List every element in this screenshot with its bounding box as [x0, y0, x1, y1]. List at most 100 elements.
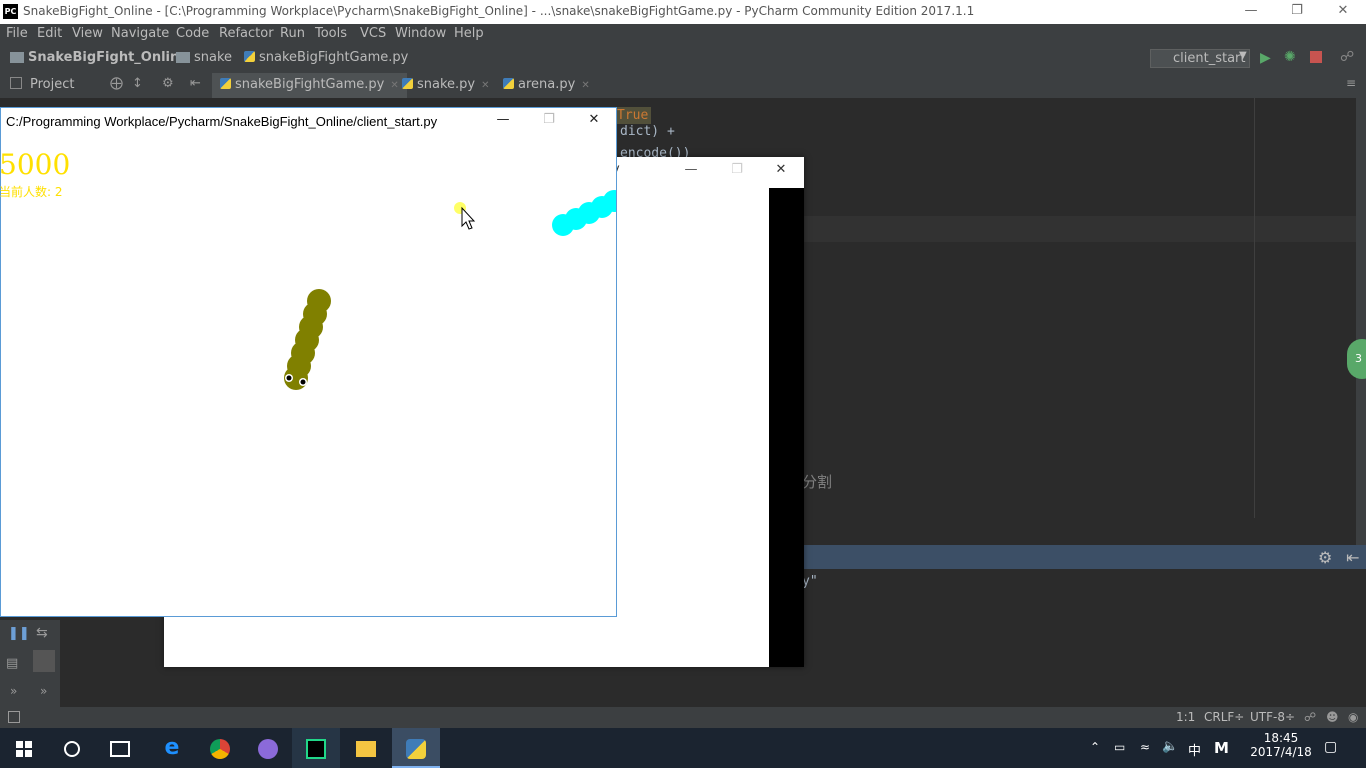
- folder-icon: [10, 52, 24, 63]
- menu-run[interactable]: Run: [280, 26, 305, 41]
- right-margin-guide: [1254, 98, 1255, 518]
- task-view-button[interactable]: [96, 728, 144, 768]
- tab-arena[interactable]: arena.py ✕: [495, 73, 598, 98]
- pycharm-taskbar-icon[interactable]: [292, 728, 340, 768]
- line-separator[interactable]: CRLF÷: [1204, 710, 1244, 724]
- search-button[interactable]: [48, 728, 96, 768]
- menu-refactor[interactable]: Refactor: [219, 26, 274, 41]
- tab-label: arena.py: [518, 77, 576, 92]
- close-button[interactable]: ✕: [758, 159, 804, 183]
- game-client-window[interactable]: C:/Programming Workplace/Pycharm/SnakeBi…: [0, 107, 617, 617]
- menu-edit[interactable]: Edit: [37, 26, 62, 41]
- ime-indicator[interactable]: 中: [1188, 740, 1201, 759]
- tab-list-icon[interactable]: ≡: [1346, 76, 1356, 90]
- lock-icon[interactable]: ☍: [1304, 710, 1316, 724]
- search-icon[interactable]: ☍: [1340, 49, 1354, 65]
- tab-label: snakeBigFightGame.py: [235, 77, 385, 92]
- chrome-browser-icon[interactable]: [196, 728, 244, 768]
- ime-mode-indicator[interactable]: M: [1214, 739, 1229, 757]
- wifi-icon[interactable]: ≈: [1140, 740, 1150, 754]
- python-window-taskbar-icon[interactable]: [392, 728, 440, 768]
- editor-tab-bar: Project ⨁ ↕ ⚙ ⇤ snakeBigFightGame.py ✕ sn…: [0, 73, 1366, 98]
- menu-navigate[interactable]: Navigate: [111, 26, 169, 41]
- toggle-panels-icon[interactable]: [8, 711, 20, 723]
- menu-file[interactable]: File: [6, 26, 28, 41]
- clock-date: 2017/4/18: [1250, 745, 1312, 759]
- pause-icon[interactable]: ❚❚: [8, 626, 30, 641]
- edge-browser-icon[interactable]: e: [148, 728, 196, 768]
- run-output-text: y": [802, 574, 818, 589]
- hide-panel-icon[interactable]: ⇤: [190, 76, 201, 91]
- file-encoding[interactable]: UTF-8÷: [1250, 710, 1295, 724]
- clock-time: 18:45: [1263, 731, 1299, 745]
- breadcrumb-file-label: snakeBigFightGame.py: [259, 50, 409, 65]
- ide-window-title: SnakeBigFight_Online - [C:\Programming W…: [23, 4, 975, 18]
- layout-icon[interactable]: ▤: [6, 656, 18, 671]
- more-icon[interactable]: »: [40, 684, 47, 698]
- code-line: dict) +: [620, 124, 675, 139]
- sync-icon[interactable]: ⨁: [110, 76, 123, 91]
- right-tool-strip: [1356, 98, 1366, 545]
- menu-bar: File Edit View Navigate Code Refactor Ru…: [0, 24, 1366, 45]
- menu-window[interactable]: Window: [395, 26, 446, 41]
- more-icon[interactable]: »: [10, 684, 17, 698]
- close-icon[interactable]: ✕: [481, 80, 489, 91]
- close-button[interactable]: ✕: [1320, 0, 1366, 24]
- run-icon[interactable]: ▶: [1260, 50, 1271, 66]
- close-button[interactable]: ✕: [571, 109, 617, 133]
- breadcrumb-folder[interactable]: snake: [194, 50, 232, 65]
- status-bar: 1:1 CRLF÷ UTF-8÷ ☍ ☻ ◉: [0, 707, 1366, 728]
- tab-snake[interactable]: snake.py ✕: [394, 73, 498, 98]
- python-file-icon: [244, 51, 255, 62]
- start-button[interactable]: [0, 728, 48, 768]
- rerun-icon[interactable]: ⇆: [36, 625, 48, 641]
- github-desktop-icon[interactable]: [244, 728, 292, 768]
- pycharm-logo-icon: PC: [3, 4, 18, 19]
- game-arena[interactable]: [1, 138, 616, 616]
- run-config-dropdown[interactable]: client_start ▼: [1150, 49, 1250, 68]
- project-panel-label[interactable]: Project: [30, 77, 74, 92]
- notification-badge[interactable]: 3: [1347, 339, 1366, 379]
- gear-icon[interactable]: ⚙: [1318, 548, 1332, 567]
- game-window-title: C:/Programming Workplace/Pycharm/SnakeBi…: [6, 114, 438, 129]
- folder-icon: [176, 52, 190, 63]
- breadcrumb-file[interactable]: snakeBigFightGame.py: [244, 50, 408, 65]
- minimize-button[interactable]: —: [1228, 0, 1274, 24]
- minimize-button[interactable]: —: [668, 159, 714, 183]
- clock[interactable]: 18:45 2017/4/18: [1250, 731, 1312, 759]
- breadcrumb-project[interactable]: SnakeBigFight_Online: [28, 50, 188, 65]
- minimize-button[interactable]: —: [480, 109, 526, 133]
- mouse-cursor-icon: [461, 206, 476, 230]
- battery-icon[interactable]: ▭: [1114, 740, 1125, 754]
- close-icon[interactable]: ✕: [581, 80, 589, 91]
- game-canvas-edge: [769, 188, 804, 667]
- enemy-snake: [552, 190, 616, 236]
- menu-help[interactable]: Help: [454, 26, 484, 41]
- menu-code[interactable]: Code: [176, 26, 209, 41]
- pin-icon[interactable]: [33, 650, 55, 672]
- badge-count: 3: [1355, 352, 1362, 365]
- ide-title-bar: PC SnakeBigFight_Online - [C:\Programmin…: [0, 0, 1366, 24]
- file-explorer-icon[interactable]: [342, 728, 390, 768]
- code-comment: 分割: [802, 473, 833, 491]
- chevron-up-icon[interactable]: ⌃: [1090, 740, 1100, 754]
- event-log-icon[interactable]: ◉: [1348, 710, 1358, 724]
- menu-view[interactable]: View: [72, 26, 103, 41]
- debug-icon[interactable]: ✺: [1284, 49, 1296, 65]
- collapse-icon[interactable]: ↕: [132, 76, 143, 91]
- maximize-button[interactable]: ❐: [1274, 0, 1320, 24]
- inspector-icon[interactable]: ☻: [1326, 710, 1339, 724]
- project-panel-icon: [10, 77, 22, 89]
- menu-vcs[interactable]: VCS: [360, 26, 386, 41]
- python-file-icon: [402, 78, 413, 89]
- stop-icon[interactable]: [1310, 51, 1322, 63]
- action-center-icon[interactable]: ▢: [1324, 739, 1337, 755]
- menu-tools[interactable]: Tools: [315, 26, 347, 41]
- cursor-position[interactable]: 1:1: [1176, 710, 1195, 724]
- maximize-button[interactable]: ❐: [526, 109, 572, 133]
- hide-panel-icon[interactable]: ⇤: [1346, 548, 1359, 567]
- gear-icon[interactable]: ⚙: [162, 76, 174, 91]
- tab-snakebigfightgame[interactable]: snakeBigFightGame.py ✕: [212, 73, 407, 98]
- maximize-button[interactable]: ❐: [714, 159, 760, 183]
- volume-icon[interactable]: 🔈: [1162, 739, 1178, 754]
